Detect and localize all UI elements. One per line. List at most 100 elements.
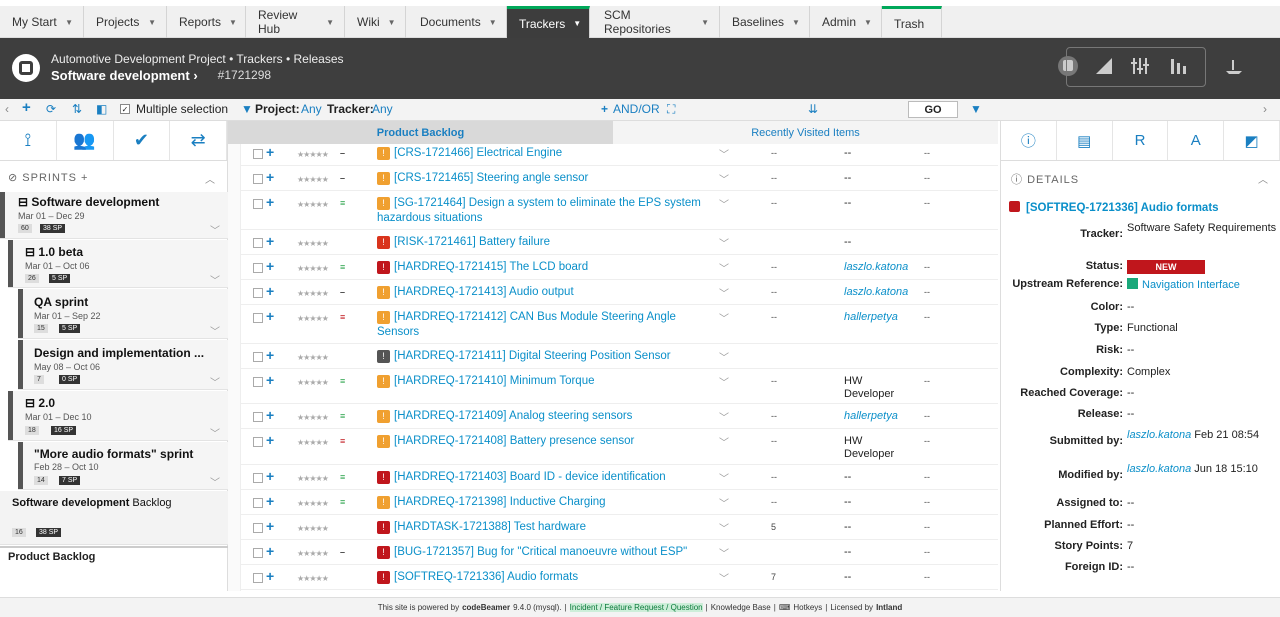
chevron-down-icon[interactable]: ﹀ [210,374,220,389]
tab-reports[interactable]: Reports ▼ [167,6,246,38]
rating-stars-icon[interactable]: ★★★★★ [297,264,329,273]
rating-stars-icon[interactable]: ★★★★★ [297,353,329,362]
app-logo[interactable] [12,54,40,82]
table-row[interactable]: + ★★★★★ ≡! [SG-1721464] Design a system to … [241,191,998,230]
cell-assignee[interactable]: laszlo.katona [844,261,914,274]
rating-stars-icon[interactable]: ★★★★★ [297,413,329,422]
tab-projects[interactable]: Projects ▼ [84,6,167,38]
info-icon[interactable]: ⓘ [1001,121,1057,160]
table-row[interactable]: + ★★★★★ –! [HARDREQ-1721413] Audio output ﹀ -… [241,280,998,305]
rating-stars-icon[interactable]: ★★★★★ [297,378,329,387]
upstream-link[interactable]: Navigation Interface [1142,279,1240,291]
add-icon[interactable]: + [22,99,31,116]
tab-my-start[interactable]: My Start ▼ [0,6,84,38]
chevron-down-icon[interactable]: ▼ [573,19,581,28]
rating-stars-icon[interactable]: ★★★★★ [297,574,329,583]
team-icon[interactable]: 👥 [57,121,114,160]
drag-handle[interactable] [18,289,23,338]
add-child-icon[interactable]: + [266,144,274,160]
backlog-item[interactable]: Software development Backlog 16 38 SP [0,491,228,545]
rating-stars-icon[interactable]: ★★★★★ [297,438,329,447]
item-title-link[interactable]: [HARDREQ-1721403] Board ID - device iden… [377,470,707,485]
cell-assignee[interactable]: hallerpetya [844,311,914,324]
row-checkbox[interactable] [253,174,263,184]
collapse-icon[interactable]: ︿ [1258,171,1268,186]
add-child-icon[interactable]: + [266,233,274,249]
collapse-icon[interactable]: ︿ [205,171,215,186]
rating-stars-icon[interactable]: ★★★★★ [297,200,329,209]
row-checkbox[interactable] [253,548,263,558]
tab-baselines[interactable]: Baselines ▼ [720,6,810,38]
table-row[interactable]: + ★★★★★ ≡! [HARDREQ-1721409] Analog steerin… [241,404,998,429]
hierarchy-icon[interactable]: ⟟ [0,121,57,160]
add-child-icon[interactable]: + [266,432,274,448]
bar-chart-icon[interactable] [1166,54,1190,78]
and-or-button[interactable]: AND/OR [613,102,660,116]
item-title-link[interactable]: [CRS-1721466] Electrical Engine [377,146,707,161]
table-row[interactable]: + ★★★★★ ≡! [HARDREQ-1721408] Battery presen… [241,429,998,465]
reorder-icon[interactable]: ⇅ [72,102,82,116]
tracker-filter-value[interactable]: Any [372,102,393,116]
add-child-icon[interactable]: + [266,543,274,559]
team-check-icon[interactable]: ✔ [114,121,171,160]
chevron-down-icon[interactable]: ﹀ [719,285,729,300]
tab-trash[interactable]: Trash [882,6,942,38]
item-title-link[interactable]: [HARDREQ-1721409] Analog steering sensor… [377,409,707,424]
rating-stars-icon[interactable]: ★★★★★ [297,524,329,533]
multiple-selection-checkbox[interactable]: ✓ [120,104,130,114]
tag-icon[interactable]: ◩ [1224,121,1280,160]
add-child-icon[interactable]: + [266,493,274,509]
tab-review-hub[interactable]: Review Hub ▼ [246,6,345,38]
tab-admin[interactable]: Admin ▼ [810,6,882,38]
item-title-link[interactable]: [HARDREQ-1721413] Audio output [377,285,707,300]
ship-icon[interactable] [1222,54,1246,78]
chevron-down-icon[interactable]: ﹀ [210,222,220,237]
ruler-icon[interactable] [1092,54,1116,78]
transfer-icon[interactable]: ⇄ [170,121,227,160]
row-checkbox[interactable] [253,263,263,273]
row-checkbox[interactable] [253,377,263,387]
add-child-icon[interactable]: + [266,169,274,185]
sprint-item[interactable]: Design and implementation ... May 08 – O… [18,340,228,390]
chevron-down-icon[interactable]: ﹀ [719,146,729,161]
add-child-icon[interactable]: + [266,568,274,584]
item-title-link[interactable]: [HARDREQ-1721411] Digital Steering Posit… [377,349,707,364]
chevron-down-icon[interactable]: ▼ [489,18,497,27]
status-badge[interactable]: NEW [1127,260,1205,274]
row-checkbox[interactable] [253,437,263,447]
rating-stars-icon[interactable]: ★★★★★ [297,239,329,248]
chevron-down-icon[interactable]: ﹀ [719,171,729,186]
table-row[interactable]: + ★★★★★ ≡! [HARDREQ-1721403] Board ID - dev… [241,465,998,490]
rating-stars-icon[interactable]: ★★★★★ [297,474,329,483]
add-child-icon[interactable]: + [266,258,274,274]
sprint-item[interactable]: QA sprint Mar 01 – Sep 22 15 5 SP ﹀ [18,289,228,339]
drag-handle[interactable] [0,192,5,238]
add-condition-icon[interactable]: + [601,102,608,116]
add-sprint-icon[interactable]: + [81,172,88,184]
drag-handle[interactable] [18,340,23,389]
incident-link[interactable]: Incident / Feature Request / Question [569,603,703,612]
table-row[interactable]: + ★★★★★ ≡! [HARDREQ-1721398] Inductive Char… [241,490,998,515]
table-row[interactable]: + ★★★★★ ≡! [HARDREQ-1721410] Minimum Torque… [241,369,998,404]
row-checkbox[interactable] [253,573,263,583]
product-backlog-label[interactable]: Product Backlog [8,551,95,563]
table-row[interactable]: + ★★★★★ –! [BUG-1721357] Bug for "Critical … [241,540,998,565]
chevron-down-icon[interactable]: ﹀ [719,310,729,325]
add-child-icon[interactable]: + [266,372,274,388]
sprint-item[interactable]: ⊟ 1.0 beta Mar 01 – Oct 06 26 5 SP ﹀ [8,240,228,288]
row-checkbox[interactable] [253,412,263,422]
tab-wiki[interactable]: Wiki ▼ [345,6,406,38]
sort-icon[interactable]: ⇊ [808,102,818,116]
chevron-down-icon[interactable]: ﹀ [719,434,729,449]
item-title-link[interactable]: [HARDTASK-1721388] Test hardware [377,520,707,535]
table-row[interactable]: + ★★★★★ –! [CRS-1721465] Steering angle sen… [241,166,998,191]
tab-product-backlog[interactable]: Product Backlog [228,121,613,144]
chevron-down-icon[interactable]: ▼ [864,18,872,27]
chevron-down-icon[interactable]: ﹀ [719,520,729,535]
row-checkbox[interactable] [253,199,263,209]
selected-item-title[interactable]: [SOFTREQ-1721336] Audio formats [1009,201,1219,214]
row-checkbox[interactable] [253,523,263,533]
rating-stars-icon[interactable]: ★★★★★ [297,289,329,298]
add-child-icon[interactable]: + [266,347,274,363]
table-row[interactable]: + ★★★★★! [HARDTASK-1721388] Test hardware ﹀… [241,515,998,540]
